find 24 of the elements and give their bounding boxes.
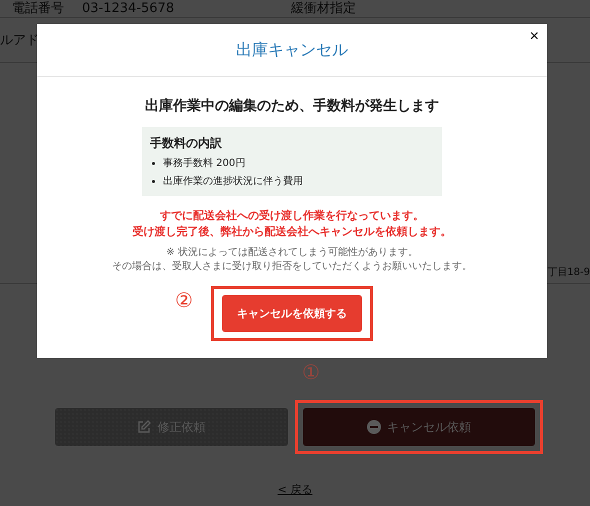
edit-icon bbox=[137, 420, 152, 434]
note-text: ※ 状況によっては配送されてしまう可能性があります。 bbox=[166, 246, 418, 260]
phone-number: 03-1234-5678 bbox=[82, 2, 174, 15]
step-marker: ① bbox=[302, 362, 320, 382]
modal-heading: 出庫作業中の編集のため、手数料が発生します bbox=[145, 97, 439, 115]
confirm-cancel-button[interactable]: キャンセルを依頼する bbox=[222, 295, 362, 332]
note-text: その場合は、受取人さまに受け取り拒否をしていただくようお願いいたします。 bbox=[112, 260, 472, 274]
step-marker: ② bbox=[175, 290, 193, 310]
packing-label: 緩衝材指定 bbox=[291, 2, 356, 15]
warning-text: すでに配送会社への受け渡し作業を行なっています。 bbox=[160, 208, 424, 224]
phone-label: 電話番号 bbox=[12, 2, 64, 15]
email-label: ルアド bbox=[0, 34, 39, 46]
fee-item: 事務手数料 200円 bbox=[163, 156, 246, 170]
cancel-request-button[interactable]: キャンセル依頼 bbox=[302, 408, 535, 446]
back-link[interactable]: < 戻る bbox=[278, 482, 312, 497]
bullet-icon bbox=[152, 162, 155, 164]
fee-title: 手数料の内訳 bbox=[150, 135, 223, 152]
warning-text: 受け渡し完了後、弊社から配送会社へキャンセルを依頼します。 bbox=[132, 224, 452, 240]
address-text: 丁目18-9 bbox=[547, 268, 590, 278]
bullet-icon bbox=[152, 180, 155, 182]
close-button[interactable]: × bbox=[530, 28, 539, 46]
modal-title: 出庫キャンセル bbox=[236, 40, 348, 60]
minus-circle-icon bbox=[366, 420, 381, 434]
fee-item: 出庫作業の進捗状況に伴う費用 bbox=[163, 174, 303, 188]
